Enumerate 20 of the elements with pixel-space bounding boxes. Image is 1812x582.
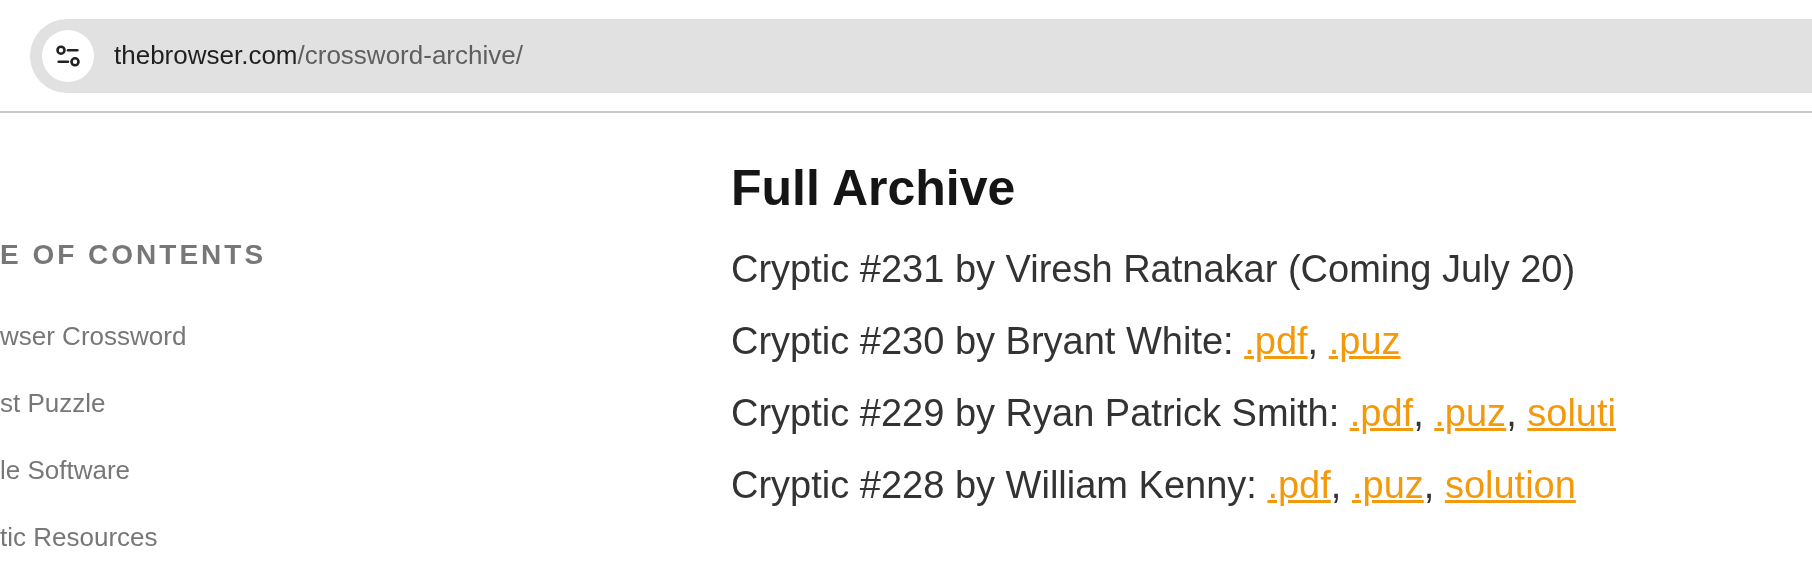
download-link[interactable]: .pdf — [1267, 464, 1331, 506]
download-link[interactable]: .puz — [1434, 392, 1507, 434]
download-link[interactable]: solution — [1444, 464, 1576, 506]
download-link[interactable]: .puz — [1328, 320, 1401, 362]
download-link[interactable]: .puz — [1351, 464, 1424, 506]
archive-entry: Cryptic #231 by Viresh Ratnakar (Coming July 20) — [731, 247, 1576, 292]
download-link[interactable]: .pdf — [1349, 392, 1414, 434]
page-heading: Full Archive — [731, 163, 1017, 213]
toc-link[interactable]: wser Crossword — [0, 321, 187, 352]
archive-entry: Cryptic #230 by Bryant White: .pdf, .puz — [731, 319, 1401, 364]
archive-entry: Cryptic #229 by Ryan Patrick Smith: .pdf, .puz, soluti — [731, 391, 1616, 436]
archive-entry: Cryptic #228 by William Kenny: .pdf, .puz, solution — [731, 463, 1576, 508]
toc-heading: E OF CONTENTS — [0, 241, 268, 269]
address-bar[interactable]: thebrowser.com/crossword-archive/ — [30, 18, 1812, 93]
download-link[interactable]: .pdf — [1244, 320, 1308, 362]
toc-link[interactable]: st Puzzle — [0, 388, 106, 419]
download-link[interactable]: soluti — [1527, 392, 1616, 434]
site-info-button[interactable] — [42, 29, 94, 82]
toc-link[interactable]: le Software — [0, 455, 131, 486]
toc-link[interactable]: tic Resources — [0, 522, 158, 553]
